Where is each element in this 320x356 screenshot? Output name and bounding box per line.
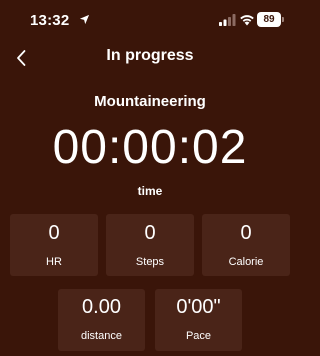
metric-value: 0 bbox=[240, 222, 252, 244]
metric-value: 0.00 bbox=[82, 296, 121, 318]
battery-indicator: 89 bbox=[257, 12, 281, 27]
cellular-signal-icon bbox=[219, 14, 236, 26]
elapsed-timer: 00:00:02 bbox=[52, 121, 248, 174]
metric-tile-hr: 0 HR bbox=[10, 214, 98, 276]
metric-label: distance bbox=[81, 330, 122, 342]
page-title: In progress bbox=[106, 47, 194, 64]
activity-name: Mountaineering bbox=[94, 93, 206, 110]
metric-value: 0 bbox=[144, 222, 156, 244]
metric-label: Steps bbox=[135, 256, 165, 268]
battery-cap bbox=[282, 17, 284, 22]
metric-tile-distance: 0.00 distance bbox=[58, 289, 145, 351]
metric-label: Calorie bbox=[228, 256, 264, 268]
workout-screen: 13:32 89 In progress Mountaineering 00:0… bbox=[0, 0, 300, 356]
wifi-icon bbox=[240, 15, 254, 26]
metric-label: Pace bbox=[185, 330, 212, 342]
location-arrow-icon bbox=[79, 14, 90, 25]
metric-tile-steps: 0 Steps bbox=[106, 214, 194, 276]
metric-value: 0'00" bbox=[176, 296, 221, 318]
status-time: 13:32 bbox=[30, 12, 70, 29]
metric-label: HR bbox=[46, 256, 62, 268]
metric-tile-pace: 0'00" Pace bbox=[155, 289, 242, 351]
metric-tile-calorie: 0 Calorie bbox=[202, 214, 290, 276]
status-bar: 13:32 89 bbox=[0, 0, 300, 40]
timer-label: time bbox=[137, 184, 163, 198]
metric-value: 0 bbox=[48, 222, 60, 244]
